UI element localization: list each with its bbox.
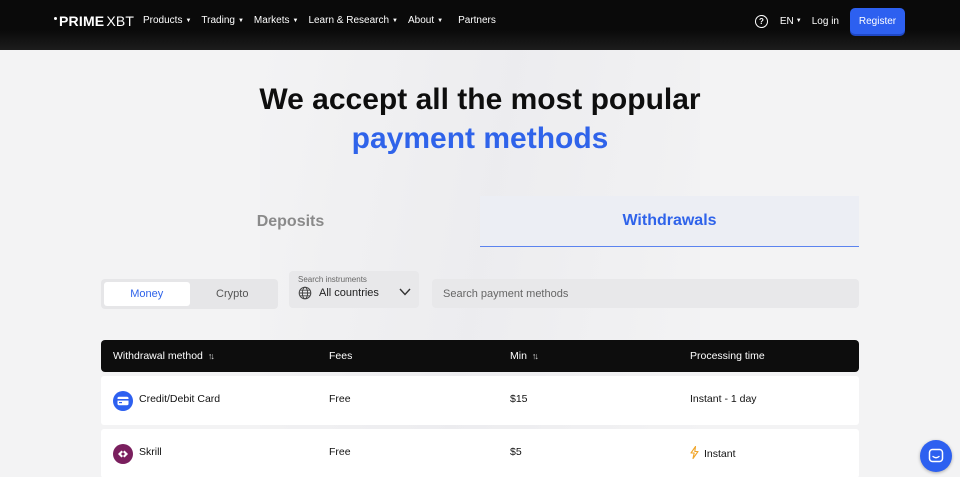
- column-header-label: Fees: [329, 350, 353, 362]
- search-payment-methods-input[interactable]: [432, 279, 859, 308]
- main-menu: Products ▼ Trading ▼ Markets ▼ Learn & R…: [143, 15, 506, 26]
- menu-item-learn-research[interactable]: Learn & Research ▼: [308, 15, 398, 26]
- min-value: $15: [510, 393, 528, 405]
- skrill-icon: [113, 444, 133, 464]
- segment-crypto[interactable]: Crypto: [190, 282, 276, 306]
- language-selector[interactable]: EN ▼: [780, 16, 802, 27]
- logo-text: PRIME: [59, 13, 105, 29]
- tab-withdrawals[interactable]: Withdrawals: [480, 196, 859, 247]
- menu-item-label: Trading: [201, 15, 235, 26]
- login-link[interactable]: Log in: [812, 16, 839, 27]
- segment-money[interactable]: Money: [104, 282, 190, 306]
- column-header-min[interactable]: Min ↑↓: [510, 350, 539, 362]
- menu-item-markets[interactable]: Markets ▼: [254, 15, 299, 26]
- method-name: Credit/Debit Card: [139, 393, 221, 405]
- country-select-label: Search instruments: [298, 275, 367, 284]
- processing-time-value: Instant: [704, 448, 736, 460]
- menu-item-trading[interactable]: Trading ▼: [201, 15, 244, 26]
- method-name: Skrill: [139, 446, 162, 458]
- top-navbar: PRIME XBT Products ▼ Trading ▼ Markets ▼…: [0, 0, 960, 50]
- money-crypto-toggle: Money Crypto: [101, 279, 278, 309]
- sort-icon: ↑↓: [531, 351, 539, 361]
- column-header-method[interactable]: Withdrawal method ↑↓: [113, 350, 215, 362]
- caret-down-icon: ▼: [437, 17, 444, 24]
- menu-item-partners[interactable]: Partners: [458, 15, 496, 26]
- chat-icon: [928, 448, 944, 463]
- min-value: $5: [510, 446, 522, 458]
- country-select[interactable]: Search instruments All countries: [289, 271, 419, 308]
- processing-time-value: Instant - 1 day: [690, 393, 757, 405]
- tab-deposits[interactable]: Deposits: [101, 196, 480, 247]
- chevron-down-icon: [399, 288, 411, 296]
- nav-right: ? EN ▼ Log in Register: [754, 8, 905, 34]
- globe-icon: [298, 286, 312, 300]
- column-header-fees: Fees: [329, 350, 352, 362]
- fees-value: Free: [329, 446, 351, 458]
- column-header-label: Min: [510, 350, 527, 362]
- column-header-label: Withdrawal method: [113, 350, 203, 362]
- caret-down-icon: ▼: [795, 18, 802, 24]
- sort-icon: ↑↓: [207, 351, 215, 361]
- logo[interactable]: PRIME XBT: [54, 13, 134, 29]
- menu-item-about[interactable]: About ▼: [408, 15, 443, 26]
- menu-item-label: About: [408, 15, 435, 26]
- column-header-processing-time: Processing time: [690, 350, 765, 362]
- caret-down-icon: ▼: [392, 17, 398, 24]
- credit-card-icon: [113, 391, 133, 411]
- fees-value: Free: [329, 393, 351, 405]
- caret-down-icon: ▼: [185, 17, 192, 24]
- page-title: We accept all the most popular: [259, 83, 701, 116]
- page-title-highlight: payment methods: [351, 122, 609, 155]
- menu-item-label: Learn & Research: [308, 15, 390, 26]
- logo-dot: [54, 16, 57, 20]
- register-button[interactable]: Register: [850, 8, 905, 34]
- caret-down-icon: ▼: [292, 17, 299, 24]
- language-label: EN: [779, 15, 794, 27]
- menu-item-label: Markets: [253, 15, 290, 26]
- table-header: Withdrawal method ↑↓ Fees Min ↑↓ Process…: [101, 340, 859, 372]
- table-row[interactable]: Credit/Debit Card Free $15 Instant - 1 d…: [101, 376, 859, 425]
- column-header-label: Processing time: [690, 350, 765, 362]
- menu-item-label: Products: [143, 15, 183, 26]
- lightning-icon: [690, 445, 699, 462]
- country-select-value: All countries: [319, 287, 379, 299]
- chat-button[interactable]: [920, 440, 952, 472]
- table-row[interactable]: Skrill Free $5 Instant: [101, 429, 859, 477]
- menu-item-products[interactable]: Products ▼: [143, 15, 191, 26]
- caret-down-icon: ▼: [237, 17, 244, 24]
- help-icon[interactable]: ?: [754, 14, 768, 28]
- menu-item-label: Partners: [458, 15, 496, 26]
- processing-time-cell: Instant: [690, 445, 736, 462]
- logo-suffix: XBT: [106, 13, 135, 29]
